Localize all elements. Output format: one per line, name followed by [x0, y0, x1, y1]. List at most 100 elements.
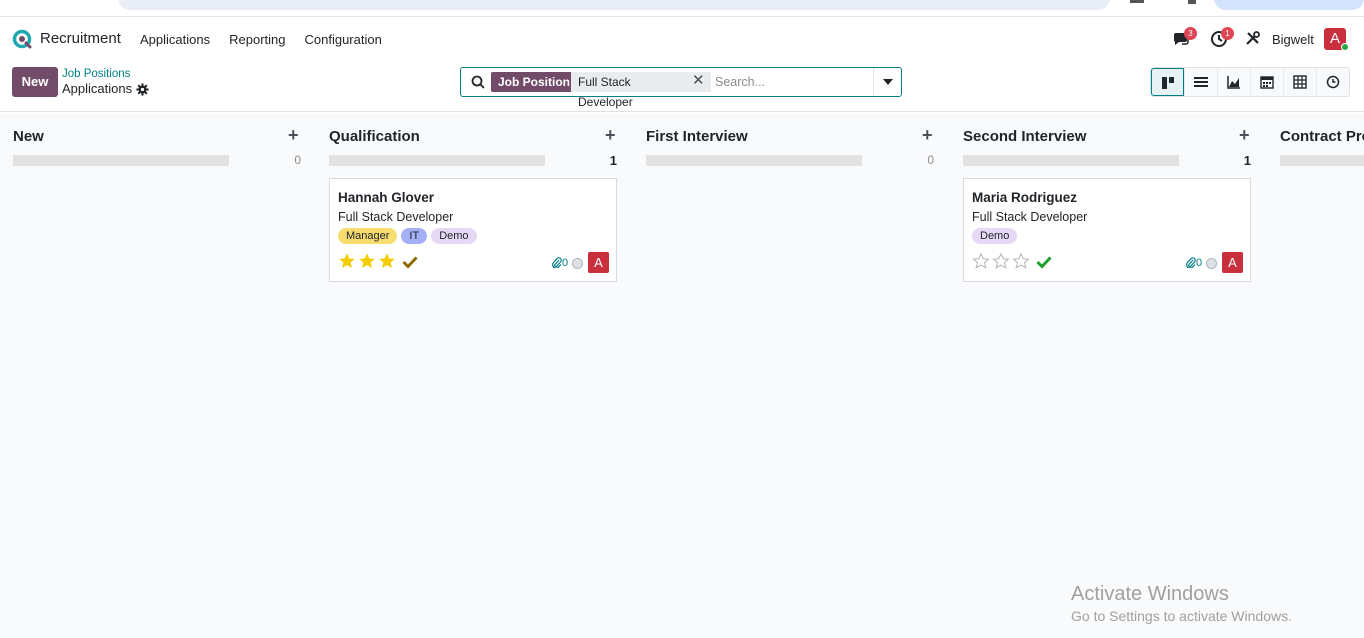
kanban-column-second-interview: Second Interview + 1 Maria Rodriguez Ful…	[963, 113, 1268, 638]
tag-it: IT	[401, 228, 428, 244]
quick-create-button[interactable]: +	[288, 125, 299, 146]
attachment-count[interactable]: 0	[1186, 257, 1202, 269]
column-progress-bar[interactable]	[13, 155, 229, 166]
windows-activation-subtitle: Go to Settings to activate Windows.	[1071, 608, 1292, 624]
column-title[interactable]: First Interview	[646, 128, 748, 145]
systray: 3 1 Bigwelt A	[1164, 18, 1364, 60]
online-status-indicator	[1341, 43, 1349, 51]
control-panel: New Job Positions Applications Job Posit…	[0, 60, 1364, 112]
search-input[interactable]	[715, 72, 865, 92]
search-icon	[471, 75, 485, 89]
menu-configuration[interactable]: Configuration	[304, 32, 381, 47]
browser-profile-pill[interactable]	[1214, 0, 1364, 10]
quick-create-button[interactable]: +	[922, 125, 933, 146]
star-empty-icon[interactable]	[972, 252, 990, 270]
gear-icon[interactable]	[136, 83, 149, 96]
kanban-column-contract-proposal: Contract Pro	[1280, 113, 1364, 638]
applicant-name: Maria Rodriguez	[972, 190, 1078, 205]
column-title[interactable]: Contract Pro	[1280, 128, 1364, 145]
quick-create-button[interactable]: +	[605, 125, 616, 146]
page-title: Applications	[62, 81, 133, 96]
activity-view-button[interactable]	[1316, 68, 1349, 96]
tag-manager: Manager	[338, 228, 398, 244]
column-progress-bar[interactable]	[646, 155, 862, 166]
star-filled-icon[interactable]	[338, 252, 356, 270]
column-title[interactable]: Qualification	[329, 128, 420, 145]
company-name[interactable]: Bigwelt	[1272, 32, 1314, 47]
calendar-icon	[1260, 76, 1274, 89]
windows-activation-title: Activate Windows	[1071, 583, 1229, 605]
applicant-name: Hannah Glover	[338, 190, 435, 205]
activity-badge: 1	[1221, 27, 1234, 40]
star-filled-icon[interactable]	[378, 252, 396, 270]
column-title[interactable]: Second Interview	[963, 128, 1086, 145]
applicant-card[interactable]: Hannah Glover Full Stack Developer Manag…	[329, 178, 617, 282]
column-title[interactable]: New	[13, 128, 44, 145]
column-progress-bar[interactable]	[963, 155, 1179, 166]
paperclip-icon	[1186, 257, 1196, 269]
attachment-count[interactable]: 0	[552, 257, 568, 269]
kanban-column-first-interview: First Interview + 0	[646, 113, 951, 638]
paperclip-icon	[552, 257, 562, 269]
attachment-count-value: 0	[562, 257, 569, 269]
remove-facet-icon[interactable]: ✕	[692, 72, 705, 90]
messages-badge: 3	[1184, 27, 1197, 40]
graph-icon	[1227, 76, 1240, 89]
checkmark-icon[interactable]	[402, 255, 418, 269]
column-progress-bar[interactable]	[329, 155, 545, 166]
main-navbar: Recruitment Applications Reporting Confi…	[0, 18, 1364, 60]
activity-icon	[1326, 75, 1340, 89]
priority-stars	[338, 252, 396, 270]
quick-create-button[interactable]: +	[1239, 125, 1250, 146]
search-bar: Job Position Full Stack Developer ✕	[460, 67, 902, 109]
search-facet-label: Job Position	[491, 72, 577, 92]
pivot-icon	[1293, 75, 1307, 89]
tag-list: Demo	[972, 228, 1018, 244]
list-view-button[interactable]	[1184, 68, 1217, 96]
column-count: 0	[927, 153, 934, 167]
menu-applications[interactable]: Applications	[140, 32, 210, 47]
column-count: 1	[609, 153, 617, 168]
kanban-view-button[interactable]	[1151, 68, 1184, 96]
activity-status-dot[interactable]	[1206, 258, 1217, 269]
star-empty-icon[interactable]	[1012, 252, 1030, 270]
kanban-board: New + 0 Qualification + 1 Hannah Glover …	[0, 113, 1364, 638]
debug-tools-icon[interactable]	[1245, 30, 1261, 46]
applicant-job: Full Stack Developer	[338, 210, 454, 224]
applicant-job: Full Stack Developer	[972, 210, 1088, 224]
star-filled-icon[interactable]	[358, 252, 376, 270]
kanban-column-qualification: Qualification + 1 Hannah Glover Full Sta…	[329, 113, 634, 638]
recruitment-logo-icon[interactable]	[12, 29, 32, 49]
recruiter-avatar[interactable]: A	[588, 252, 609, 273]
top-menu: Applications Reporting Configuration	[140, 32, 401, 47]
list-icon	[1194, 77, 1208, 87]
tag-demo: Demo	[431, 228, 477, 244]
column-count: 1	[1243, 153, 1251, 168]
new-button[interactable]: New	[12, 67, 58, 97]
attachment-count-value: 0	[1196, 257, 1203, 269]
menu-reporting[interactable]: Reporting	[229, 32, 285, 47]
tag-list: Manager IT Demo	[338, 228, 477, 244]
activity-status-dot[interactable]	[572, 258, 583, 269]
browser-address-bar[interactable]	[118, 0, 1110, 10]
recruiter-avatar[interactable]: A	[1222, 252, 1243, 273]
breadcrumb-job-positions[interactable]: Job Positions	[62, 68, 130, 80]
graph-view-button[interactable]	[1217, 68, 1250, 96]
applicant-card[interactable]: Maria Rodriguez Full Stack Developer Dem…	[963, 178, 1251, 282]
checkmark-icon[interactable]	[1036, 255, 1052, 269]
search-facet-value: Full Stack Developer	[571, 72, 711, 109]
browser-window-icon	[1130, 0, 1144, 3]
pivot-view-button[interactable]	[1283, 68, 1316, 96]
kanban-icon	[1162, 77, 1174, 89]
view-switcher	[1150, 67, 1350, 97]
column-count: 0	[294, 153, 301, 167]
kanban-column-new: New + 0	[13, 113, 318, 638]
column-progress-bar[interactable]	[1280, 155, 1364, 166]
browser-strip	[0, 0, 1364, 17]
priority-stars	[972, 252, 1030, 270]
app-name[interactable]: Recruitment	[40, 30, 121, 47]
browser-extension-icon	[1188, 0, 1196, 4]
star-empty-icon[interactable]	[992, 252, 1010, 270]
search-options-toggle[interactable]	[873, 68, 901, 96]
calendar-view-button[interactable]	[1250, 68, 1283, 96]
